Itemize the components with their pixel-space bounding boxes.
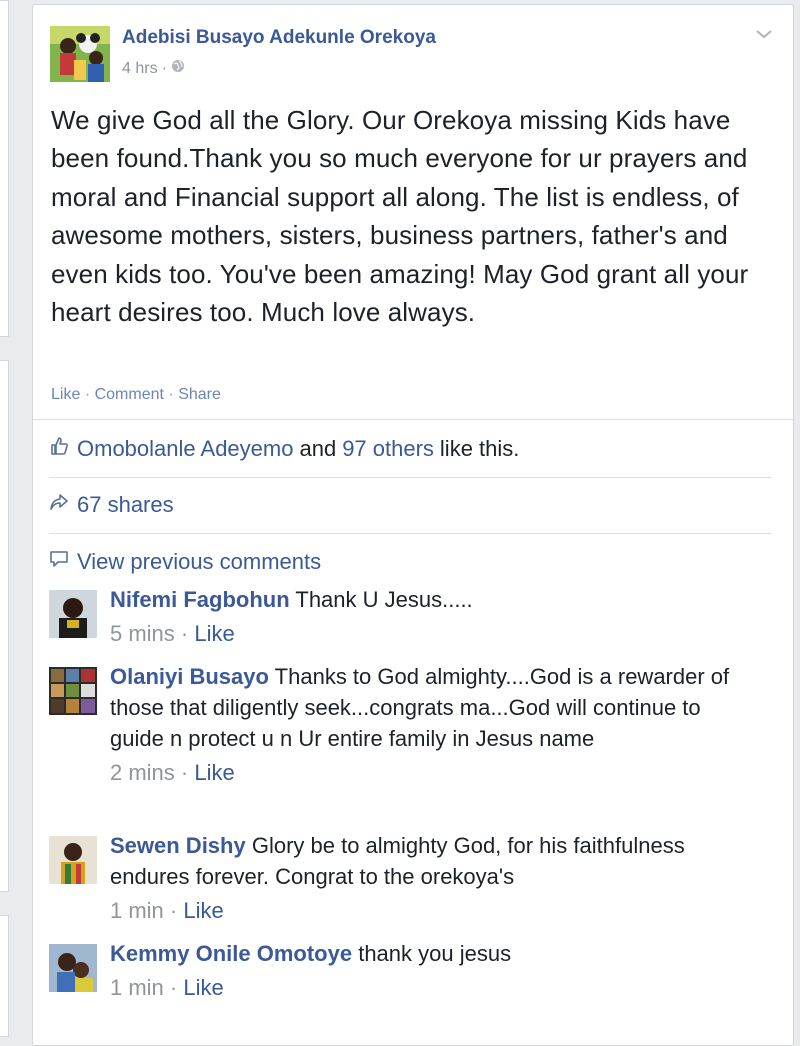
likes-suffix: like this. — [439, 436, 520, 461]
globe-icon — [171, 59, 185, 78]
divider — [33, 419, 793, 420]
comment-like-link[interactable]: Like — [194, 621, 234, 646]
view-previous-label[interactable]: View previous comments — [77, 549, 321, 575]
likes-others[interactable]: 97 others — [342, 436, 434, 462]
action-separator: · — [168, 386, 174, 403]
comment-time[interactable]: 1 min — [110, 898, 164, 923]
comment-body: Nifemi Fagbohun Thank U Jesus..... 5 min… — [110, 584, 750, 649]
comment-body: Sewen Dishy Glory be to almighty God, fo… — [110, 830, 750, 926]
comment-time[interactable]: 2 mins — [110, 760, 175, 785]
commenter-name[interactable]: Kemmy Onile Omotoye — [110, 941, 352, 966]
side-card-top — [0, 0, 9, 337]
liker-name[interactable]: Omobolanle Adeyemo — [77, 436, 293, 462]
comment-like-link[interactable]: Like — [183, 975, 223, 1000]
action-separator: · — [84, 386, 91, 403]
comment-bubble-icon — [49, 549, 77, 575]
commenter-avatar[interactable] — [49, 944, 97, 992]
shares-summary[interactable]: 67 shares — [49, 492, 174, 518]
comment-time[interactable]: 1 min — [110, 975, 164, 1000]
author-name[interactable]: Adebisi Busayo Adekunle Orekoya — [122, 27, 436, 49]
comment-like-link[interactable]: Like — [183, 898, 223, 923]
like-link[interactable]: Like — [51, 386, 80, 403]
post-text: We give God all the Glory. Our Orekoya m… — [51, 105, 749, 328]
shares-count[interactable]: 67 shares — [77, 492, 174, 518]
comment-text: Thank U Jesus..... — [295, 587, 473, 612]
post-meta: 4 hrs · — [122, 59, 185, 78]
post-actions: Like · Comment · Share — [51, 386, 221, 404]
post-card: Adebisi Busayo Adekunle Orekoya 4 hrs · … — [32, 4, 794, 1046]
comment-body: Kemmy Onile Omotoye thank you jesus 1 mi… — [110, 938, 750, 1003]
commenter-name[interactable]: Nifemi Fagbohun — [110, 587, 290, 612]
comment-like-link[interactable]: Like — [194, 760, 234, 785]
likes-and: and — [299, 436, 337, 461]
comment-body: Olaniyi Busayo Thanks to God almighty...… — [110, 661, 750, 788]
thumbs-up-icon — [49, 436, 77, 462]
side-card-middle — [0, 360, 9, 892]
chevron-down-icon[interactable] — [755, 27, 773, 41]
divider — [49, 533, 771, 534]
comment-link[interactable]: Comment — [95, 386, 164, 403]
commenter-avatar[interactable] — [49, 667, 97, 715]
side-card-bottom — [0, 915, 9, 1037]
share-link[interactable]: Share — [178, 386, 221, 403]
author-avatar[interactable] — [50, 26, 110, 82]
divider — [49, 477, 771, 478]
comment-meta: 2 mins · Like — [110, 760, 235, 785]
comment-meta: 1 min · Like — [110, 975, 224, 1000]
commenter-avatar[interactable] — [49, 836, 97, 884]
view-previous-comments[interactable]: View previous comments — [49, 549, 321, 575]
comment-text: thank you jesus — [358, 941, 512, 966]
commenter-name[interactable]: Sewen Dishy — [110, 833, 246, 858]
meta-separator: · — [161, 59, 167, 77]
comment-meta: 5 mins · Like — [110, 621, 235, 646]
commenter-avatar[interactable] — [49, 590, 97, 638]
comment-time[interactable]: 5 mins — [110, 621, 175, 646]
post-timestamp[interactable]: 4 hrs — [122, 60, 158, 78]
commenter-name[interactable]: Olaniyi Busayo — [110, 664, 269, 689]
share-arrow-icon — [49, 492, 77, 518]
comment-meta: 1 min · Like — [110, 898, 224, 923]
likes-summary: Omobolanle Adeyemo and 97 others like th… — [49, 436, 519, 462]
